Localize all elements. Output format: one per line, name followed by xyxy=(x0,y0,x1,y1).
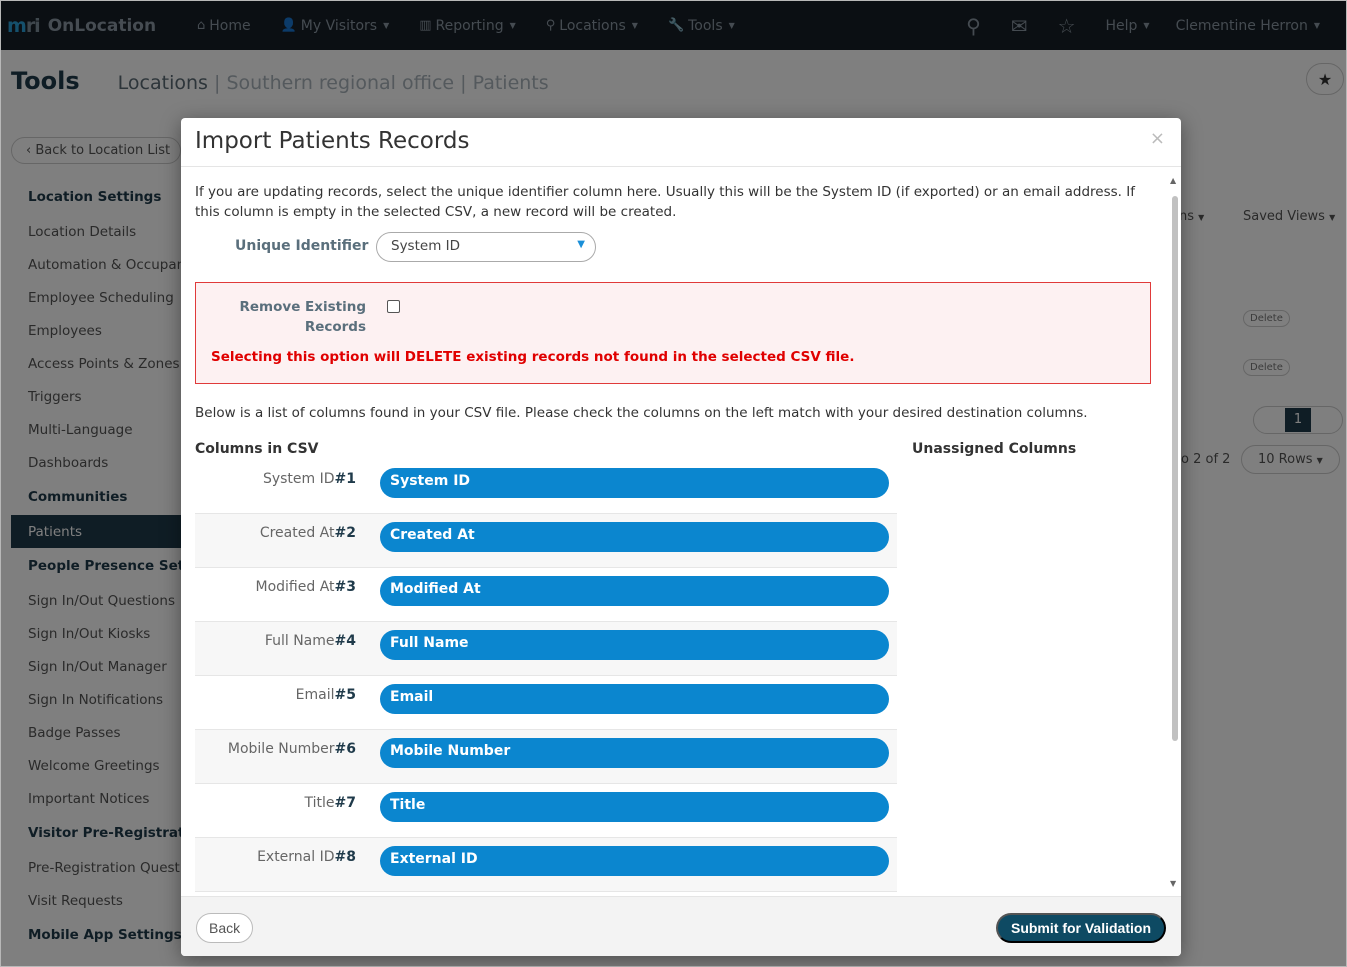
remove-warning-text: Selecting this option will DELETE existi… xyxy=(211,349,855,365)
csv-column-name: Title xyxy=(304,795,335,811)
unique-identifier-label: Unique Identifier xyxy=(235,238,369,254)
csv-column-label: Modified At#3 xyxy=(256,579,357,595)
csv-column-name: External ID xyxy=(257,849,335,865)
submit-for-validation-button[interactable]: Submit for Validation xyxy=(995,913,1166,943)
csv-column-label: Created At#2 xyxy=(260,525,356,541)
column-mapping-row: External ID#8 External ID xyxy=(195,838,897,892)
import-modal: Import Patients Records × ▲ ▼ If you are… xyxy=(181,118,1181,956)
csv-column-number: #7 xyxy=(334,795,356,811)
csv-column-name: Email xyxy=(295,687,335,703)
csv-column-number: #4 xyxy=(334,633,356,649)
csv-column-number: #3 xyxy=(334,579,356,595)
csv-column-name: Created At xyxy=(259,525,335,541)
destination-column-chip[interactable]: System ID xyxy=(380,468,889,498)
column-mapping-row: Title#7 Title xyxy=(195,784,897,838)
csv-column-label: Email#5 xyxy=(296,687,356,703)
destination-column-chip[interactable]: Title xyxy=(380,792,889,822)
destination-column-chip[interactable]: Email xyxy=(380,684,889,714)
modal-scrollbar[interactable]: ▲ ▼ xyxy=(1169,176,1179,888)
destination-column-chip[interactable]: Full Name xyxy=(380,630,889,660)
csv-column-number: #2 xyxy=(334,525,356,541)
identifier-intro-text: If you are updating records, select the … xyxy=(195,184,1135,220)
remove-existing-label: Remove Existing Records xyxy=(239,299,367,335)
dropdown-arrow-icon: ▼ xyxy=(577,239,585,250)
unique-identifier-value: System ID xyxy=(391,238,461,254)
destination-column-chip[interactable]: Mobile Number xyxy=(380,738,889,768)
csv-column-name: Full Name xyxy=(264,633,335,649)
destination-column-chip[interactable]: External ID xyxy=(380,846,889,876)
csv-column-name: Mobile Number xyxy=(227,741,335,757)
csv-column-label: External ID#8 xyxy=(257,849,356,865)
unassigned-columns-heading: Unassigned Columns xyxy=(912,441,1077,457)
csv-column-label: System ID#1 xyxy=(263,471,356,487)
csv-column-label: Mobile Number#6 xyxy=(228,741,356,757)
back-button[interactable]: Back xyxy=(196,913,254,943)
column-mapping-row: System ID#1 System ID xyxy=(195,460,897,514)
modal-footer: Back Submit for Validation xyxy=(181,896,1181,956)
csv-column-number: #5 xyxy=(334,687,356,703)
csv-column-name: Modified At xyxy=(255,579,335,595)
close-icon[interactable]: × xyxy=(1150,128,1165,149)
modal-body: ▲ ▼ If you are updating records, select … xyxy=(181,168,1181,896)
unique-identifier-select[interactable]: System ID ▼ xyxy=(376,232,596,262)
modal-title: Import Patients Records xyxy=(195,128,470,154)
column-mapping-row: Mobile Number#6 Mobile Number xyxy=(195,730,897,784)
column-mapping-row: Full Name#4 Full Name xyxy=(195,622,897,676)
remove-existing-panel: Remove Existing Records Selecting this o… xyxy=(195,282,1151,384)
modal-header: Import Patients Records × xyxy=(181,118,1181,167)
csv-column-label: Full Name#4 xyxy=(265,633,356,649)
csv-column-number: #8 xyxy=(334,849,356,865)
scroll-up-icon[interactable]: ▲ xyxy=(1170,176,1176,185)
column-mapping-list: System ID#1 System ID Created At#2 Created … xyxy=(195,460,897,892)
remove-existing-checkbox[interactable] xyxy=(387,300,400,313)
column-mapping-row: Modified At#3 Modified At xyxy=(195,568,897,622)
column-mapping-row: Created At#2 Created At xyxy=(195,514,897,568)
csv-column-name: System ID xyxy=(262,471,335,487)
destination-column-chip[interactable]: Created At xyxy=(380,522,889,552)
columns-intro-text: Below is a list of columns found in your… xyxy=(195,405,1088,421)
columns-in-csv-heading: Columns in CSV xyxy=(195,441,319,457)
destination-column-chip[interactable]: Modified At xyxy=(380,576,889,606)
csv-column-number: #1 xyxy=(334,471,356,487)
scrollbar-thumb[interactable] xyxy=(1172,196,1178,741)
csv-column-label: Title#7 xyxy=(305,795,357,811)
csv-column-number: #6 xyxy=(334,741,356,757)
column-mapping-row: Email#5 Email xyxy=(195,676,897,730)
scroll-down-icon[interactable]: ▼ xyxy=(1170,879,1176,888)
